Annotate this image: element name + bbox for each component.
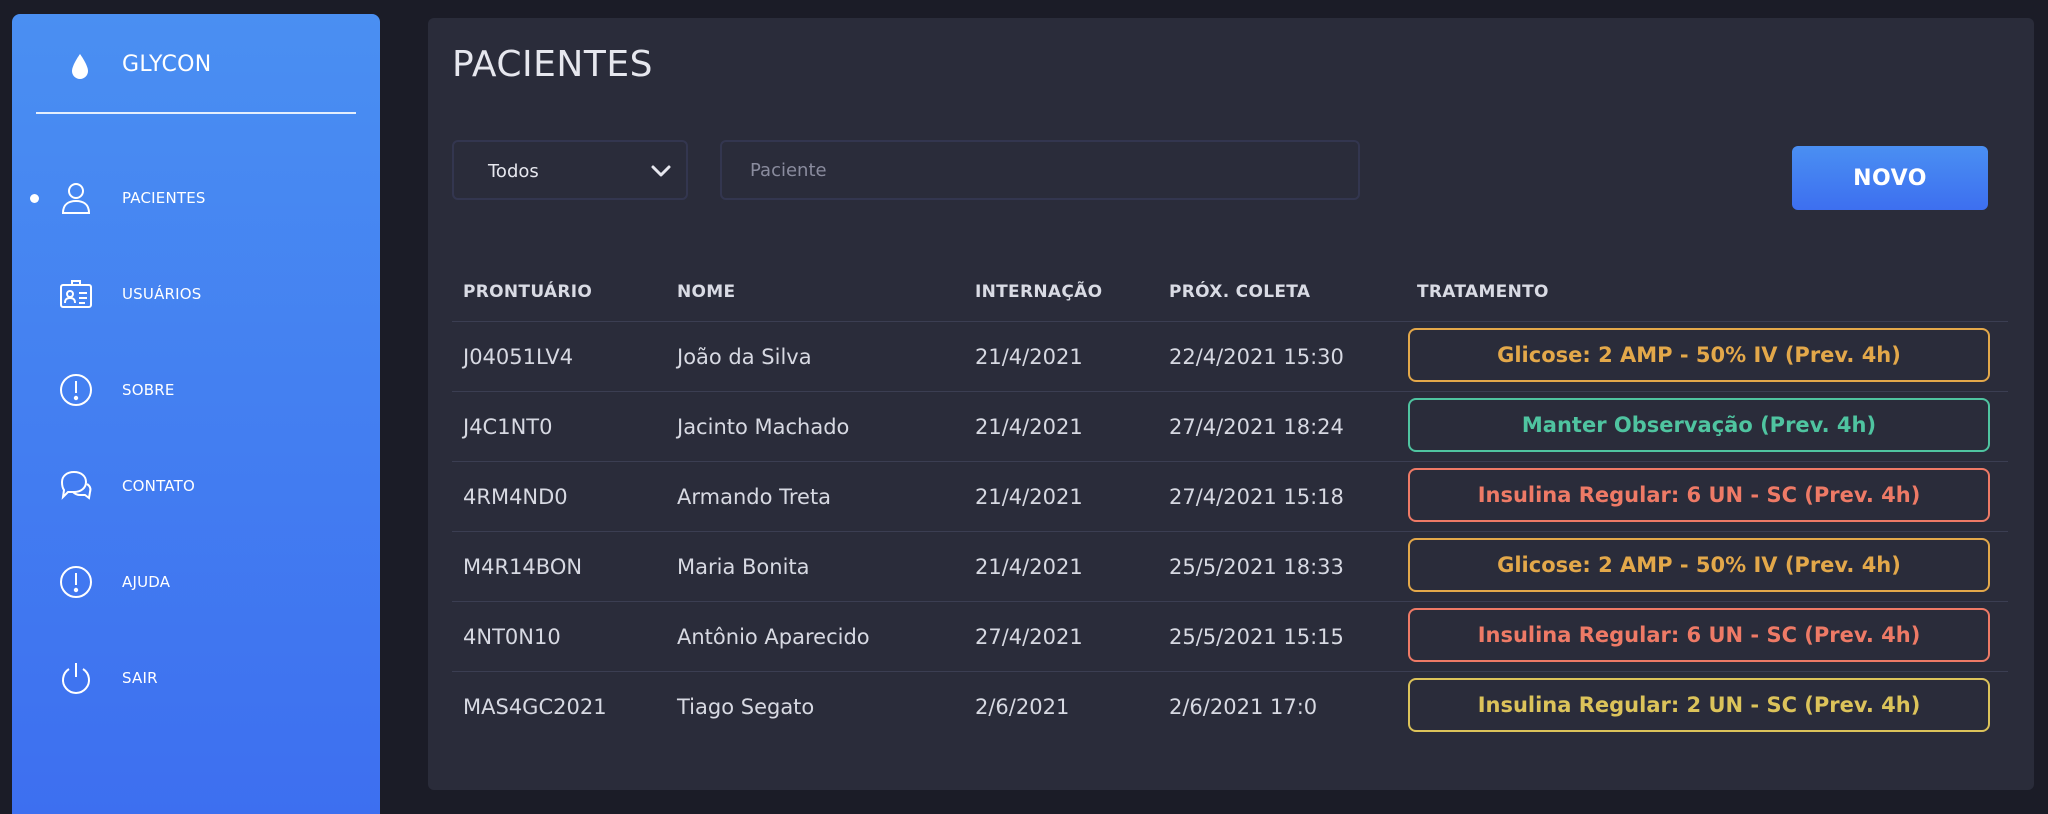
cell-proxima-coleta: 2/6/2021 17:0 [1169, 695, 1318, 719]
cell-internacao: 21/4/2021 [975, 555, 1083, 579]
cell-proxima-coleta: 27/4/2021 18:24 [1169, 415, 1344, 439]
treatment-badge[interactable]: Insulina Regular: 6 UN - SC (Prev. 4h) [1408, 468, 1990, 522]
treatment-badge[interactable]: Glicose: 2 AMP - 50% IV (Prev. 4h) [1408, 538, 1990, 592]
sidebar-item-label: CONTATO [122, 477, 195, 495]
table-row[interactable]: J4C1NT0 Jacinto Machado 21/4/2021 27/4/2… [452, 392, 2008, 462]
sidebar-item-sair[interactable]: SAIR [12, 648, 380, 708]
cell-nome: João da Silva [677, 345, 812, 369]
sidebar: GLYCON PACIENTES USUÁRIOS SOBRE CONTATO … [12, 14, 380, 814]
chevron-down-icon [651, 165, 671, 177]
sidebar-item-label: SOBRE [122, 381, 175, 399]
treatment-badge[interactable]: Glicose: 2 AMP - 50% IV (Prev. 4h) [1408, 328, 1990, 382]
column-header-internacao[interactable]: INTERNAÇÃO [975, 282, 1102, 302]
cell-prontuario: J4C1NT0 [463, 415, 553, 439]
cell-proxima-coleta: 25/5/2021 18:33 [1169, 555, 1344, 579]
column-header-tratamento[interactable]: TRATAMENTO [1417, 282, 1549, 302]
cell-internacao: 21/4/2021 [975, 345, 1083, 369]
id-card-icon [60, 280, 92, 308]
cell-nome: Maria Bonita [677, 555, 810, 579]
cell-internacao: 21/4/2021 [975, 415, 1083, 439]
filter-selected-value: Todos [488, 161, 539, 182]
patients-table: PRONTUÁRIO NOME INTERNAÇÃO PRÓX. COLETA … [452, 262, 2008, 742]
sidebar-item-label: AJUDA [122, 573, 171, 591]
info-circle-icon [60, 374, 92, 406]
table-row[interactable]: 4NT0N10 Antônio Aparecido 27/4/2021 25/5… [452, 602, 2008, 672]
table-row[interactable]: 4RM4ND0 Armando Treta 21/4/2021 27/4/202… [452, 462, 2008, 532]
treatment-badge[interactable]: Insulina Regular: 6 UN - SC (Prev. 4h) [1408, 608, 1990, 662]
column-header-proxima-coleta[interactable]: PRÓX. COLETA [1169, 282, 1310, 302]
drop-icon [72, 54, 88, 79]
status-filter-select[interactable]: Todos [452, 140, 688, 200]
sidebar-item-label: USUÁRIOS [122, 285, 202, 303]
cell-nome: Jacinto Machado [677, 415, 850, 439]
app-name: GLYCON [122, 52, 212, 77]
sidebar-item-sobre[interactable]: SOBRE [12, 360, 380, 420]
brand-divider [36, 112, 356, 114]
cell-prontuario: M4R14BON [463, 555, 583, 579]
treatment-badge[interactable]: Insulina Regular: 2 UN - SC (Prev. 4h) [1408, 678, 1990, 732]
cell-internacao: 21/4/2021 [975, 485, 1083, 509]
patients-panel: PACIENTES Todos NOVO PRONTUÁRIO NOME INT… [428, 18, 2034, 790]
cell-prontuario: MAS4GC2021 [463, 695, 607, 719]
cell-proxima-coleta: 27/4/2021 15:18 [1169, 485, 1344, 509]
cell-nome: Antônio Aparecido [677, 625, 870, 649]
new-patient-button[interactable]: NOVO [1792, 146, 1988, 210]
column-header-prontuario[interactable]: PRONTUÁRIO [463, 282, 592, 302]
chat-bubbles-icon [60, 470, 92, 500]
cell-prontuario: J04051LV4 [463, 345, 574, 369]
column-header-nome[interactable]: NOME [677, 282, 735, 302]
cell-proxima-coleta: 22/4/2021 15:30 [1169, 345, 1344, 369]
power-icon [62, 663, 90, 694]
sidebar-item-pacientes[interactable]: PACIENTES [12, 168, 380, 228]
sidebar-item-usuarios[interactable]: USUÁRIOS [12, 264, 380, 324]
user-icon [61, 183, 91, 214]
help-circle-icon [60, 566, 92, 598]
sidebar-item-label: PACIENTES [122, 189, 206, 207]
table-row[interactable]: M4R14BON Maria Bonita 21/4/2021 25/5/202… [452, 532, 2008, 602]
cell-prontuario: 4NT0N10 [463, 625, 561, 649]
active-indicator [30, 194, 39, 203]
cell-nome: Armando Treta [677, 485, 832, 509]
cell-nome: Tiago Segato [677, 695, 815, 719]
sidebar-item-ajuda[interactable]: AJUDA [12, 552, 380, 612]
cell-internacao: 2/6/2021 [975, 695, 1070, 719]
cell-proxima-coleta: 25/5/2021 15:15 [1169, 625, 1344, 649]
table-row[interactable]: MAS4GC2021 Tiago Segato 2/6/2021 2/6/202… [452, 672, 2008, 742]
sidebar-item-label: SAIR [122, 669, 158, 687]
table-header: PRONTUÁRIO NOME INTERNAÇÃO PRÓX. COLETA … [452, 262, 2008, 322]
cell-prontuario: 4RM4ND0 [463, 485, 568, 509]
cell-internacao: 27/4/2021 [975, 625, 1083, 649]
sidebar-item-contato[interactable]: CONTATO [12, 456, 380, 516]
treatment-badge[interactable]: Manter Observação (Prev. 4h) [1408, 398, 1990, 452]
table-row[interactable]: J04051LV4 João da Silva 21/4/2021 22/4/2… [452, 322, 2008, 392]
page-title: PACIENTES [452, 44, 653, 85]
patient-search-input[interactable] [720, 140, 1360, 200]
brand[interactable]: GLYCON [12, 14, 380, 114]
